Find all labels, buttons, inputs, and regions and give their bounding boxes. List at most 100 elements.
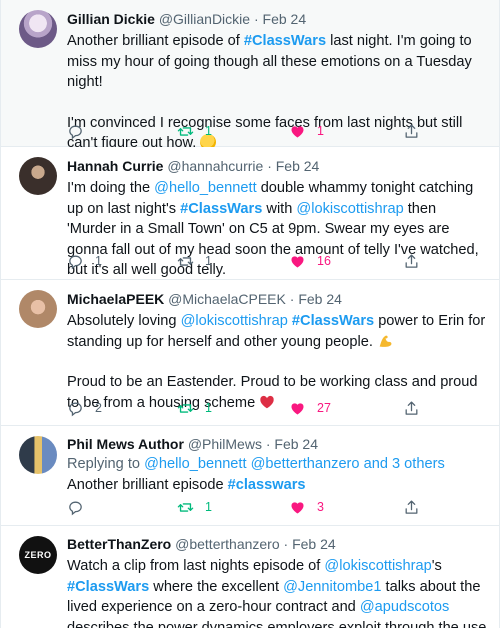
text-segment: Replying to <box>67 456 145 472</box>
tweet-michaela[interactable]: MichaelaPEEK @MichaelaCPEEK · Feb 24 Abs… <box>1 280 499 426</box>
retweet-icon <box>177 502 194 512</box>
heart-icon <box>291 501 304 514</box>
mention-link[interactable]: @Jennitombe1 <box>283 579 381 595</box>
separator-dot: · <box>253 11 259 27</box>
like-count: 27 <box>317 401 331 415</box>
mention-link[interactable]: @lokiscottishrap <box>324 558 431 574</box>
text-segment: where the excellent <box>149 578 284 595</box>
tweet-date[interactable]: Feb 24 <box>298 291 342 307</box>
mention-link[interactable]: @betterthanzero <box>251 456 360 472</box>
reply-button[interactable]: 1 <box>67 252 102 270</box>
retweet-button[interactable]: 1 <box>177 122 212 140</box>
separator-dot: · <box>265 436 271 452</box>
retweet-icon <box>177 403 194 413</box>
like-button[interactable]: 3 <box>289 498 324 516</box>
share-icon <box>405 499 418 514</box>
tweet-header: Hannah Currie @hannahcurrie · Feb 24 <box>67 156 487 176</box>
like-count: 1 <box>317 124 324 138</box>
display-name[interactable]: MichaelaPEEK <box>67 291 164 307</box>
avatar[interactable] <box>19 157 57 195</box>
tweet-actions: 1 1 16 <box>67 252 427 270</box>
user-handle[interactable]: @hannahcurrie <box>167 158 263 174</box>
reply-count: 2 <box>95 401 102 415</box>
tweet-hannah[interactable]: Hannah Currie @hannahcurrie · Feb 24 I'm… <box>1 147 499 280</box>
retweet-count: 1 <box>205 124 212 138</box>
display-name[interactable]: Gillian Dickie <box>67 11 155 27</box>
avatar[interactable] <box>19 436 57 474</box>
tweet-header: Gillian Dickie @GillianDickie · Feb 24 <box>67 9 487 29</box>
tweet-text: Watch a clip from last nights episode of… <box>67 556 487 628</box>
retweet-button[interactable]: 1 <box>177 399 212 417</box>
hashtag-link[interactable]: #ClassWars <box>244 33 326 49</box>
hashtag-link[interactable]: #ClassWars <box>67 579 149 595</box>
hashtag-link[interactable]: #classwars <box>228 477 306 493</box>
avatar[interactable] <box>19 10 57 48</box>
reply-count: 1 <box>95 254 102 268</box>
tweet-feed: Gillian Dickie @GillianDickie · Feb 24 A… <box>0 0 500 628</box>
avatar-logo-text: ZERO <box>24 550 52 560</box>
tweet-date[interactable]: Feb 24 <box>274 436 318 452</box>
reply-button[interactable] <box>67 498 95 516</box>
retweet-button[interactable]: 1 <box>177 252 212 270</box>
text-segment: Another brilliant episode of <box>67 33 244 49</box>
like-count: 16 <box>317 254 331 268</box>
text-segment: Absolutely loving <box>67 313 181 329</box>
separator-dot: · <box>283 536 289 552</box>
hashtag-link[interactable]: #ClassWars <box>180 201 262 217</box>
like-button[interactable]: 27 <box>289 399 331 417</box>
like-button[interactable]: 16 <box>289 252 331 270</box>
tweet-date[interactable]: Feb 24 <box>292 536 336 552</box>
text-segment: 's <box>431 558 442 574</box>
tweet-text: Absolutely loving @lokiscottishrap #Clas… <box>67 311 487 413</box>
user-handle[interactable]: @MichaelaCPEEK <box>168 291 286 307</box>
reply-icon <box>69 501 82 515</box>
like-button[interactable]: 1 <box>289 122 324 140</box>
tweet-date[interactable]: Feb 24 <box>276 158 320 174</box>
retweet-button[interactable]: 1 <box>177 498 212 516</box>
tweet-phil[interactable]: Phil Mews Author @PhilMews · Feb 24 Repl… <box>1 426 499 526</box>
tweet-date[interactable]: Feb 24 <box>263 11 307 27</box>
retweet-icon <box>177 256 194 266</box>
heart-icon <box>291 255 304 268</box>
reply-button[interactable]: 2 <box>67 399 102 417</box>
replying-to: Replying to @hello_bennett @betterthanze… <box>67 454 487 475</box>
share-button[interactable] <box>403 122 420 140</box>
share-icon <box>405 123 418 138</box>
hashtag-link[interactable]: #ClassWars <box>292 313 374 329</box>
mention-link[interactable]: @hello_bennett <box>154 180 256 196</box>
avatar[interactable]: ZERO <box>19 536 57 574</box>
text-segment: with <box>262 200 297 217</box>
display-name[interactable]: BetterThanZero <box>67 536 171 552</box>
separator-dot: · <box>289 291 295 307</box>
text-segment: Another brilliant episode <box>67 476 228 493</box>
mention-link[interactable]: @hello_bennett <box>144 456 246 472</box>
text-segment: Watch a clip from last nights episode of <box>67 558 325 574</box>
display-name[interactable]: Phil Mews Author <box>67 436 184 452</box>
share-button[interactable] <box>403 498 420 516</box>
share-button[interactable] <box>403 252 420 270</box>
reply-button[interactable] <box>67 122 95 140</box>
mention-link[interactable]: @lokiscottishrap <box>181 313 288 329</box>
display-name[interactable]: Hannah Currie <box>67 158 163 174</box>
heart-icon <box>291 125 304 138</box>
tweet-header: BetterThanZero @betterthanzero · Feb 24 <box>67 534 487 554</box>
reply-icon <box>69 255 82 269</box>
reply-icon <box>69 402 82 416</box>
avatar[interactable] <box>19 290 57 328</box>
tweet-header: MichaelaPEEK @MichaelaCPEEK · Feb 24 <box>67 289 487 309</box>
mention-link[interactable]: @apudscotos <box>360 599 449 615</box>
tweet-actions: 1 1 <box>67 122 427 140</box>
share-icon <box>405 400 418 415</box>
tweet-betterthanzero[interactable]: ZERO BetterThanZero @betterthanzero · Fe… <box>1 526 499 628</box>
mention-link[interactable]: @lokiscottishrap <box>296 201 403 217</box>
retweet-count: 1 <box>205 500 212 514</box>
tweet-gillian[interactable]: Gillian Dickie @GillianDickie · Feb 24 A… <box>1 0 499 151</box>
retweet-count: 1 <box>205 254 212 268</box>
user-handle[interactable]: @betterthanzero <box>175 536 280 552</box>
share-button[interactable] <box>403 399 420 417</box>
tweet-actions: 1 3 <box>67 498 427 516</box>
share-icon <box>405 253 418 268</box>
others-link[interactable]: and 3 others <box>360 456 445 472</box>
user-handle[interactable]: @GillianDickie <box>159 11 250 27</box>
user-handle[interactable]: @PhilMews <box>188 436 262 452</box>
